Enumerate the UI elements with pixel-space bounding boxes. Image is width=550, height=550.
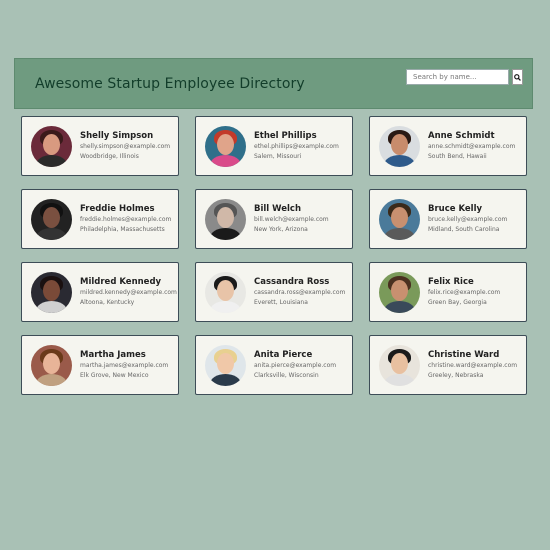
employee-card[interactable]: Bruce Kelly bruce.kelly@example.com Midlan… bbox=[369, 189, 527, 249]
employee-card[interactable]: Anita Pierce anita.pierce@example.com Clar… bbox=[195, 335, 353, 395]
employee-card[interactable]: Felix Rice felix.rice@example.com Green Ba… bbox=[369, 262, 527, 322]
employee-location: Salem, Missouri bbox=[254, 153, 302, 160]
employee-card[interactable]: Bill Welch bill.welch@example.com New York… bbox=[195, 189, 353, 249]
employee-card[interactable]: Anne Schmidt anne.schmidt@example.com Sout… bbox=[369, 116, 527, 176]
employee-avatar bbox=[31, 198, 72, 240]
page-title: Awesome Startup Employee Directory bbox=[35, 76, 305, 92]
employee-avatar bbox=[205, 198, 246, 240]
employee-location: Greeley, Nebraska bbox=[428, 372, 484, 379]
employee-location: Altoona, Kentucky bbox=[80, 299, 135, 306]
employee-info: Freddie Holmes freddie.holmes@example.com… bbox=[80, 203, 171, 235]
employee-card[interactable]: Martha James martha.james@example.com Elk … bbox=[21, 335, 179, 395]
employee-name: Christine Ward bbox=[428, 350, 500, 360]
search-input[interactable] bbox=[406, 69, 509, 85]
employee-name: Anita Pierce bbox=[254, 350, 313, 360]
employee-avatar bbox=[205, 344, 246, 386]
employee-name: Cassandra Ross bbox=[254, 277, 330, 287]
employee-location: Midland, South Carolina bbox=[428, 226, 500, 233]
employee-name: Freddie Holmes bbox=[80, 204, 155, 214]
employee-email: felix.rice@example.com bbox=[428, 289, 501, 296]
employee-info: Mildred Kennedy mildred.kennedy@example.c… bbox=[80, 276, 177, 308]
employee-info: Christine Ward christine.ward@example.com… bbox=[428, 349, 517, 381]
employee-email: anne.schmidt@example.com bbox=[428, 143, 516, 150]
directory-header: Awesome Startup Employee Directory bbox=[14, 58, 533, 109]
employee-email: anita.pierce@example.com bbox=[254, 362, 337, 369]
employee-name: Ethel Phillips bbox=[254, 131, 317, 141]
employee-card[interactable]: Mildred Kennedy mildred.kennedy@example.c… bbox=[21, 262, 179, 322]
employee-card[interactable]: Cassandra Ross cassandra.ross@example.com… bbox=[195, 262, 353, 322]
employee-avatar bbox=[31, 344, 72, 386]
employee-info: Anne Schmidt anne.schmidt@example.com Sout… bbox=[428, 130, 515, 162]
employee-location: Green Bay, Georgia bbox=[428, 299, 487, 306]
employee-email: mildred.kennedy@example.com bbox=[80, 289, 177, 296]
employee-grid: Shelly Simpson shelly.simpson@example.com… bbox=[21, 116, 527, 395]
employee-info: Felix Rice felix.rice@example.com Green Ba… bbox=[428, 276, 500, 308]
employee-email: freddie.holmes@example.com bbox=[80, 216, 172, 223]
employee-email: shelly.simpson@example.com bbox=[80, 143, 171, 150]
employee-avatar bbox=[205, 125, 246, 167]
employee-email: bruce.kelly@example.com bbox=[428, 216, 508, 223]
employee-name: Felix Rice bbox=[428, 277, 474, 287]
employee-info: Shelly Simpson shelly.simpson@example.com… bbox=[80, 130, 170, 162]
employee-avatar bbox=[379, 271, 420, 313]
employee-location: Clarksville, Wisconsin bbox=[254, 372, 319, 379]
employee-location: Woodbridge, Illinois bbox=[80, 153, 139, 160]
employee-info: Ethel Phillips ethel.phillips@example.com… bbox=[254, 130, 339, 162]
employee-info: Martha James martha.james@example.com Elk … bbox=[80, 349, 168, 381]
employee-avatar bbox=[205, 271, 246, 313]
employee-name: Anne Schmidt bbox=[428, 131, 495, 141]
employee-avatar bbox=[379, 198, 420, 240]
employee-email: bill.welch@example.com bbox=[254, 216, 329, 223]
employee-email: cassandra.ross@example.com bbox=[254, 289, 346, 296]
employee-name: Shelly Simpson bbox=[80, 131, 154, 141]
employee-name: Mildred Kennedy bbox=[80, 277, 162, 287]
employee-info: Cassandra Ross cassandra.ross@example.com… bbox=[254, 276, 345, 308]
employee-info: Bill Welch bill.welch@example.com New York… bbox=[254, 203, 329, 235]
employee-name: Bill Welch bbox=[254, 204, 302, 214]
employee-location: Everett, Louisiana bbox=[254, 299, 308, 306]
employee-location: Elk Grove, New Mexico bbox=[80, 372, 149, 379]
employee-info: Anita Pierce anita.pierce@example.com Clar… bbox=[254, 349, 336, 381]
employee-avatar bbox=[379, 344, 420, 386]
employee-location: South Bend, Hawaii bbox=[428, 153, 487, 160]
employee-email: ethel.phillips@example.com bbox=[254, 143, 339, 150]
employee-card[interactable]: Ethel Phillips ethel.phillips@example.com… bbox=[195, 116, 353, 176]
employee-avatar bbox=[31, 271, 72, 313]
employee-name: Martha James bbox=[80, 350, 146, 360]
search-button[interactable] bbox=[512, 69, 523, 85]
search-icon bbox=[514, 73, 521, 81]
employee-name: Bruce Kelly bbox=[428, 204, 483, 214]
employee-card[interactable]: Christine Ward christine.ward@example.com… bbox=[369, 335, 527, 395]
employee-card[interactable]: Shelly Simpson shelly.simpson@example.com… bbox=[21, 116, 179, 176]
employee-location: New York, Arizona bbox=[254, 226, 308, 233]
employee-avatar bbox=[31, 125, 72, 167]
employee-location: Philadelphia, Massachusetts bbox=[80, 226, 165, 233]
employee-avatar bbox=[379, 125, 420, 167]
employee-email: martha.james@example.com bbox=[80, 362, 169, 369]
employee-card[interactable]: Freddie Holmes freddie.holmes@example.com… bbox=[21, 189, 179, 249]
employee-email: christine.ward@example.com bbox=[428, 362, 518, 369]
employee-info: Bruce Kelly bruce.kelly@example.com Midlan… bbox=[428, 203, 507, 235]
